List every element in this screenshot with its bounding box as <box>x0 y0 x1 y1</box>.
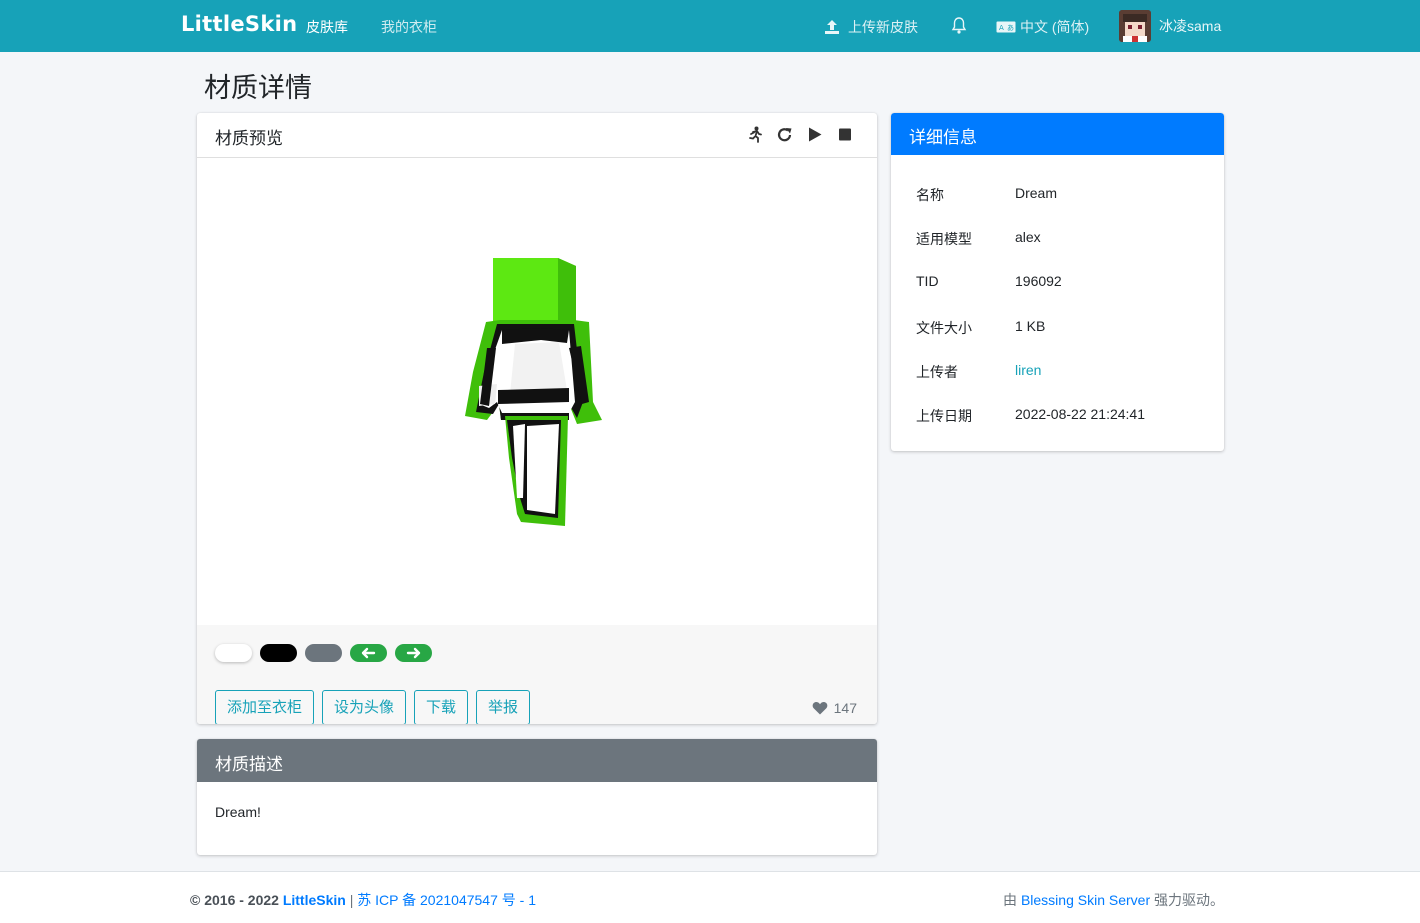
prev-bg-button[interactable] <box>350 644 387 662</box>
rotate-icon[interactable] <box>777 126 793 143</box>
arrow-right-icon <box>406 647 421 659</box>
nav-closet[interactable]: 我的衣柜 <box>381 17 437 37</box>
likes-count: 147 <box>833 700 857 716</box>
detail-row-model: 适用模型 alex <box>916 229 1041 249</box>
detail-row-name: 名称 Dream <box>916 185 1057 205</box>
detail-value: alex <box>1015 229 1041 245</box>
details-card: 详细信息 名称 Dream 适用模型 alex TID 196092 文件大小 … <box>891 113 1224 451</box>
footer-brand-link[interactable]: LittleSkin <box>283 892 346 908</box>
powered-prefix: 由 <box>1003 892 1018 908</box>
icp-link[interactable]: 苏 ICP 备 2021047547 号 - 1 <box>357 892 536 908</box>
detail-value: 196092 <box>1015 273 1062 289</box>
nav-upload[interactable]: 上传新皮肤 <box>824 17 918 37</box>
likes-counter: 147 <box>812 700 857 716</box>
bg-white-swatch[interactable] <box>215 644 252 662</box>
detail-value: Dream <box>1015 185 1058 201</box>
skin-3d-viewer[interactable] <box>197 158 877 625</box>
description-card: 材质描述 Dream! <box>197 739 877 855</box>
bell-icon[interactable] <box>951 17 967 35</box>
detail-value: 2022-08-22 21:24:41 <box>1015 406 1145 422</box>
user-menu[interactable]: 冰凌sama <box>1119 10 1221 42</box>
arrow-left-icon <box>361 647 376 659</box>
description-text: Dream! <box>215 804 261 820</box>
description-header: 材质描述 <box>197 739 877 782</box>
report-button[interactable]: 举报 <box>476 690 531 724</box>
bg-gray-swatch[interactable] <box>305 644 342 662</box>
brand-logo[interactable]: LittleSkin <box>181 12 297 36</box>
detail-key: 文件大小 <box>916 320 972 336</box>
preview-card-header: 材质预览 <box>197 113 877 158</box>
preview-card-footer: 添加至衣柜 设为头像 下载 举报 147 <box>197 625 877 724</box>
viewer-toolbar <box>747 126 853 143</box>
nav-upload-label: 上传新皮肤 <box>848 19 918 35</box>
username: 冰凌sama <box>1159 18 1222 34</box>
detail-value: 1 KB <box>1015 318 1046 334</box>
svg-text:あ: あ <box>1007 24 1014 32</box>
run-icon[interactable] <box>747 126 763 143</box>
detail-key: 上传者 <box>916 364 958 380</box>
page-footer: © 2016 - 2022 LittleSkin | 苏 ICP 备 20210… <box>0 871 1420 923</box>
avatar <box>1119 10 1151 42</box>
detail-key: 名称 <box>916 187 944 203</box>
details-header: 详细信息 <box>891 113 1224 155</box>
heart-icon <box>812 701 827 715</box>
action-buttons: 添加至衣柜 设为头像 下载 举报 <box>215 690 531 724</box>
bg-black-swatch[interactable] <box>260 644 297 662</box>
play-icon[interactable] <box>807 126 823 143</box>
blessing-skin-link[interactable]: Blessing Skin Server <box>1021 892 1150 908</box>
skin-model <box>465 258 602 526</box>
copyright-years: © 2016 - 2022 <box>190 892 279 908</box>
page-title: 材质详情 <box>204 73 312 103</box>
download-button[interactable]: 下载 <box>414 690 469 724</box>
add-to-closet-button[interactable]: 添加至衣柜 <box>215 690 315 724</box>
detail-row-date: 上传日期 2022-08-22 21:24:41 <box>916 406 1145 426</box>
background-swatches <box>215 644 432 662</box>
upload-icon <box>825 20 839 34</box>
detail-key: 上传日期 <box>916 408 972 424</box>
footer-copyright: © 2016 - 2022 LittleSkin | 苏 ICP 备 20210… <box>190 890 536 910</box>
detail-row-tid: TID 196092 <box>916 273 1062 289</box>
detail-key: 适用模型 <box>916 231 972 247</box>
next-bg-button[interactable] <box>395 644 432 662</box>
nav-skinlib[interactable]: 皮肤库 <box>306 17 348 37</box>
detail-row-uploader: 上传者 liren <box>916 362 1041 382</box>
language-switch[interactable]: A あ 中文 (简体) <box>996 17 1089 37</box>
footer-powered: 由 Blessing Skin Server 强力驱动。 <box>1003 890 1224 910</box>
top-navbar: LittleSkin 皮肤库 我的衣柜 上传新皮肤 A あ 中文 (简体) 冰凌… <box>0 0 1420 52</box>
svg-text:A: A <box>999 24 1004 32</box>
stop-icon[interactable] <box>837 126 853 143</box>
footer-separator: | <box>349 892 354 908</box>
set-avatar-button[interactable]: 设为头像 <box>322 690 407 724</box>
preview-card: 材质预览 添加至衣柜 设为头像 下载 举报 147 <box>197 113 877 724</box>
language-label: 中文 (简体) <box>1020 19 1090 35</box>
uploader-link[interactable]: liren <box>1015 362 1041 382</box>
detail-key: TID <box>916 273 939 289</box>
powered-suffix: 强力驱动。 <box>1154 892 1224 908</box>
preview-title: 材质预览 <box>215 129 283 148</box>
language-icon: A あ <box>996 21 1016 33</box>
detail-row-size: 文件大小 1 KB <box>916 318 1045 338</box>
